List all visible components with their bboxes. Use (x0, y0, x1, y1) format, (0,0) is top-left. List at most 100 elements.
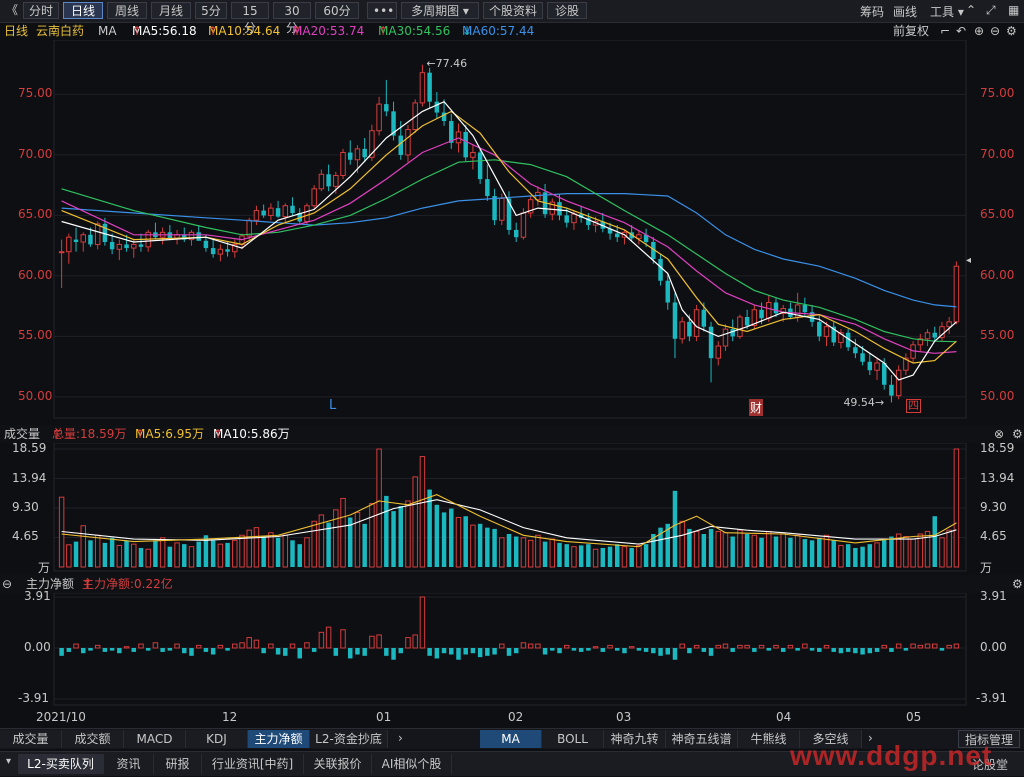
tools-dropdown[interactable]: 工具 ▾ (930, 3, 964, 20)
adjust-dropdown[interactable]: 前复权 (893, 22, 929, 40)
period-5min[interactable]: 5分 (195, 2, 227, 19)
period-weekly[interactable]: 周线 (107, 2, 147, 19)
collapse-icon[interactable]: ⊖ (2, 575, 12, 593)
candle-up (66, 236, 72, 253)
period-intraday[interactable]: 分时 (23, 2, 59, 19)
candle-up (405, 129, 411, 156)
flow-tick-left: 0.00 (24, 640, 51, 654)
flow-bar-down (853, 648, 858, 654)
volume-bar-down (788, 537, 793, 567)
ma10-line (61, 110, 957, 364)
flow-bar-down (860, 648, 865, 655)
volume-tick-left: 9.30 (12, 499, 39, 514)
settings-gear-icon[interactable]: ⚙ (1006, 22, 1017, 40)
volume-bar-down (124, 540, 129, 567)
tab-boll[interactable]: BOLL (542, 730, 604, 748)
candle-down (485, 179, 490, 197)
period-daily[interactable]: 日线 (63, 2, 103, 19)
flow-bar-down (636, 648, 642, 651)
zoom-out-icon[interactable]: ⊖ (990, 22, 1000, 40)
candle-down (708, 326, 714, 359)
date-tick: 12 (222, 710, 238, 724)
volume-bar-down (109, 537, 115, 567)
period-30min[interactable]: 30分 (273, 2, 311, 35)
volume-bar-down (564, 544, 569, 567)
candle-down (817, 321, 822, 337)
candle-up (895, 369, 902, 397)
volume-tick-left: 18.59 (12, 441, 47, 455)
nav-back-button[interactable]: 《 (1, 2, 23, 19)
candle-up (470, 152, 476, 158)
tab-ma[interactable]: MA (480, 730, 542, 748)
tab-main-flow[interactable]: 主力净额 (248, 730, 310, 748)
tab-l2-queue[interactable]: L2-买卖队列 (18, 754, 104, 774)
flow-bar-up (253, 639, 260, 649)
fullscreen-icon[interactable]: ⤢ (986, 3, 996, 18)
period-monthly[interactable]: 月线 (151, 2, 191, 19)
flow-bar-up (369, 635, 375, 649)
drawing-button[interactable]: 画线 (893, 3, 917, 20)
flow-bar-up (535, 643, 541, 649)
volume-bar-down (881, 539, 887, 567)
flow-bar-up (325, 626, 332, 649)
candle-up (354, 148, 361, 161)
flow-bar-down (903, 648, 909, 651)
period-15min[interactable]: 15分 (231, 2, 269, 35)
candle-up (304, 205, 310, 222)
tab-news[interactable]: 资讯 (104, 754, 154, 774)
volume-chart[interactable] (0, 443, 1024, 573)
volume-bar-up (715, 530, 722, 568)
flow-bar-down (261, 648, 266, 654)
ma-info-line: 日线 云南白药 MA MA5:56.18 ↑ MA10:54.64 ↑ MA20:5… (4, 22, 1017, 40)
tab-five-line[interactable]: 神奇五线谱 (666, 730, 738, 748)
tab-volume[interactable]: 成交量 (0, 730, 62, 748)
candle-down (196, 232, 201, 241)
flow-bar-down (838, 648, 844, 654)
flow-bar-up (563, 644, 570, 649)
candle-up (874, 362, 880, 371)
tab-kdj[interactable]: KDJ (186, 730, 248, 748)
tab-turnover[interactable]: 成交额 (62, 730, 124, 748)
volume-bar-up (405, 500, 411, 568)
chips-button[interactable]: 筹码 (860, 3, 884, 20)
rotate-icon[interactable]: ↶ (956, 22, 966, 40)
layout-icon[interactable]: ▦ (1008, 3, 1019, 17)
zoom-in-icon[interactable]: ⊕ (974, 22, 984, 40)
main-flow-chart[interactable] (0, 593, 1024, 708)
date-tick: 01 (376, 710, 392, 724)
volume-bar-up (340, 497, 346, 568)
multi-period-dropdown[interactable]: 多周期图 ▾ (401, 2, 479, 19)
collapse-up-icon[interactable]: ⌃ (966, 3, 976, 17)
tab-related-quotes[interactable]: 关联报价 (304, 754, 372, 774)
chevron-right-icon[interactable]: › (398, 731, 403, 745)
q4-marker[interactable]: 四 (906, 399, 921, 413)
more-periods-button[interactable]: ••• (367, 2, 397, 19)
flow-bar-down (102, 648, 108, 652)
tab-l2-bottom[interactable]: L2-资金抄底 (310, 730, 388, 748)
candle-down (932, 332, 937, 338)
tab-research[interactable]: 研报 (154, 754, 202, 774)
flow-bar-up (787, 644, 794, 649)
tab-ai-similar[interactable]: AI相似个股 (372, 754, 452, 774)
flow-bar-up (195, 644, 202, 649)
flow-bar-down (708, 648, 714, 656)
candle-down (492, 196, 497, 221)
candle-down (88, 234, 93, 245)
tab-macd[interactable]: MACD (124, 730, 186, 748)
candlestick-chart[interactable] (0, 40, 1024, 425)
volume-tick-right: 18.59 (980, 441, 1015, 455)
tab-nine-turn[interactable]: 神奇九转 (604, 730, 666, 748)
candle-up (946, 321, 952, 328)
candle-down (348, 152, 353, 160)
diagnose-button[interactable]: 诊股 (547, 2, 587, 19)
volume-bar-down (578, 545, 584, 567)
settings-gear-icon[interactable]: ⚙ (1012, 575, 1023, 593)
finance-marker[interactable]: 财 (749, 399, 764, 416)
stock-info-button[interactable]: 个股资料 (483, 2, 543, 19)
tab-industry-news[interactable]: 行业资讯[中药] (202, 754, 304, 774)
chevron-down-icon[interactable]: ▾ (6, 756, 11, 767)
period-60min[interactable]: 60分 (315, 2, 359, 19)
undo-icon[interactable]: ⌐ (940, 22, 950, 40)
ma-indicator-label[interactable]: MA (98, 22, 117, 40)
flow-bar-down (831, 648, 836, 652)
